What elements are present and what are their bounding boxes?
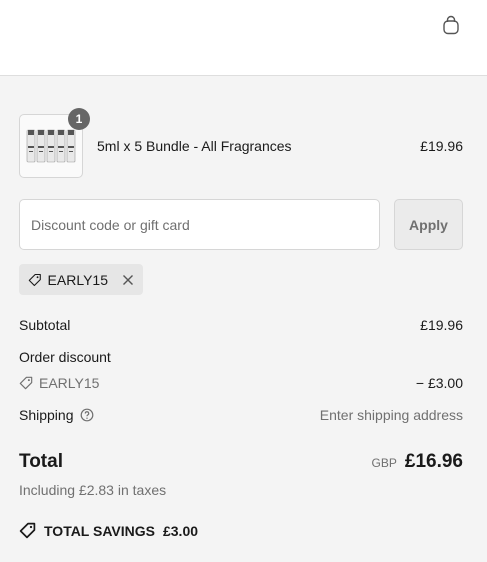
shipping-row: Shipping Enter shipping address — [19, 407, 463, 423]
subtotal-label: Subtotal — [19, 317, 71, 333]
product-title: 5ml x 5 Bundle - All Fragrances — [97, 138, 292, 154]
line-item: 1 5ml x 5 Bundle - All Fragrances £19.96 — [19, 108, 463, 178]
checkout-header — [0, 0, 487, 76]
discount-code-label: EARLY15 — [39, 375, 100, 391]
remove-discount-button[interactable] — [122, 274, 134, 286]
cart-button[interactable] — [438, 12, 464, 38]
order-summary: 1 5ml x 5 Bundle - All Fragrances £19.96… — [0, 76, 487, 562]
subtotal-value: £19.96 — [420, 317, 463, 333]
tag-icon — [19, 376, 33, 390]
order-discount-label: Order discount — [19, 349, 111, 365]
applied-discount-tag: EARLY15 — [19, 264, 143, 295]
savings-label: TOTAL SAVINGS — [44, 522, 155, 539]
total-amount: £16.96 — [404, 451, 463, 472]
tag-icon — [28, 273, 41, 286]
order-discount-row: Order discount — [19, 349, 463, 365]
apply-discount-button[interactable]: Apply — [394, 199, 463, 250]
currency-code: GBP — [371, 456, 397, 470]
total-label: Total — [19, 451, 63, 472]
total-row: Total GBP £16.96 — [19, 451, 463, 473]
help-icon[interactable] — [80, 408, 94, 422]
shipping-label: Shipping — [19, 407, 74, 423]
shipping-value: Enter shipping address — [319, 407, 463, 423]
shopping-bag-icon — [443, 15, 459, 35]
product-price: £19.96 — [420, 138, 463, 154]
discount-form: Apply — [19, 199, 463, 250]
discount-code-row: EARLY15 − £3.00 — [19, 375, 463, 391]
quantity-badge: 1 — [68, 108, 90, 130]
applied-code-label: EARLY15 — [47, 271, 108, 288]
savings-value: £3.00 — [162, 522, 199, 539]
discount-code-input[interactable] — [19, 199, 380, 250]
tag-icon — [19, 522, 36, 539]
product-image — [26, 129, 76, 163]
subtotal-row: Subtotal £19.96 — [19, 317, 463, 333]
discount-amount: − £3.00 — [415, 375, 463, 391]
close-icon — [123, 274, 133, 285]
taxes-note: Including £2.83 in taxes — [19, 482, 167, 498]
total-savings: TOTAL SAVINGS £3.00 — [19, 522, 198, 539]
